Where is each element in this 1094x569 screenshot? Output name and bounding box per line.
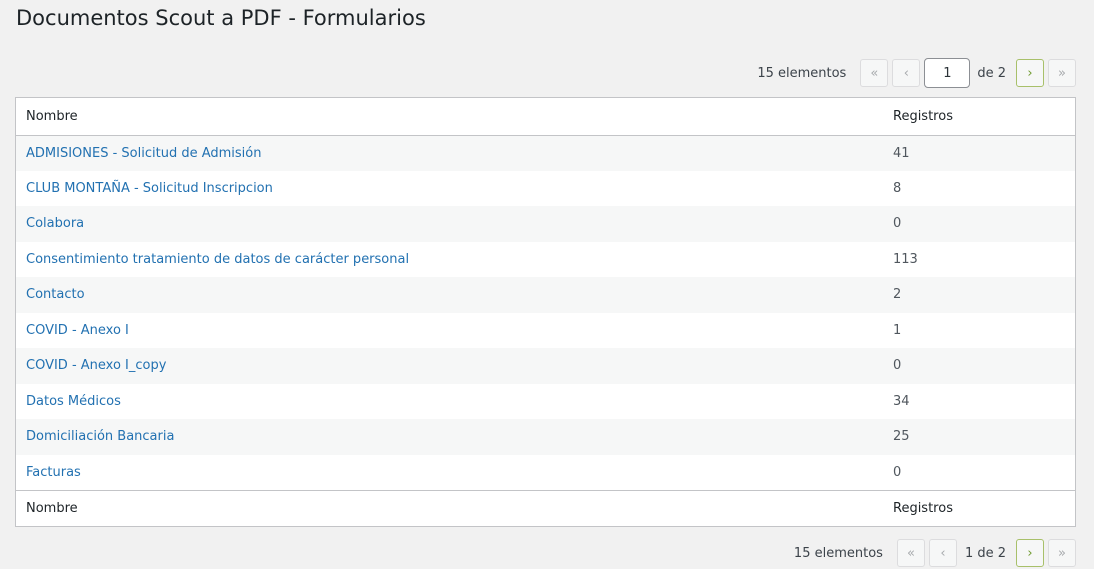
registros-count: 2	[883, 277, 1075, 313]
table-row: COVID - Anexo I_copy 0	[16, 348, 1075, 384]
form-link[interactable]: COVID - Anexo I_copy	[26, 358, 166, 373]
page-title: Documentos Scout a PDF - Formularios	[16, 6, 426, 30]
column-footer-registros: Registros	[883, 489, 1075, 526]
registros-count: 8	[883, 170, 1075, 206]
registros-count: 0	[883, 206, 1075, 242]
table-row: Colabora 0	[16, 206, 1075, 242]
table-row: Datos Médicos 34	[16, 383, 1075, 419]
form-link[interactable]: Colabora	[26, 216, 84, 231]
registros-count: 0	[883, 454, 1075, 490]
form-link[interactable]: Datos Médicos	[26, 394, 121, 409]
table-row: Contacto 2	[16, 277, 1075, 313]
form-link[interactable]: Consentimiento tratamiento de datos de c…	[26, 252, 409, 267]
column-header-nombre: Nombre	[16, 98, 883, 136]
first-page-button: «	[860, 59, 889, 87]
items-count: 15 elementos	[793, 545, 883, 561]
registros-count: 1	[883, 312, 1075, 348]
current-page-label: 1 de 2	[964, 545, 1006, 561]
form-link[interactable]: COVID - Anexo I	[26, 323, 129, 338]
table-row: CLUB MONTAÑA - Solicitud Inscripcion 8	[16, 170, 1075, 206]
last-page-button[interactable]: »	[1048, 59, 1076, 87]
items-count: 15 elementos	[757, 65, 847, 81]
registros-count: 25	[883, 419, 1075, 455]
pagination-top: 15 elementos « ‹ de 2 › »	[757, 58, 1076, 88]
first-page-button: «	[896, 539, 925, 567]
table-row: Domiciliación Bancaria 25	[16, 419, 1075, 455]
form-link[interactable]: ADMISIONES - Solicitud de Admisión	[26, 146, 261, 161]
current-page-input[interactable]	[924, 58, 971, 88]
column-header-registros: Registros	[883, 98, 1075, 136]
form-link[interactable]: CLUB MONTAÑA - Solicitud Inscripcion	[26, 181, 273, 196]
forms-table: Nombre Registros ADMISIONES - Solicitud …	[15, 97, 1076, 527]
form-link[interactable]: Facturas	[26, 465, 81, 480]
next-page-button[interactable]: ›	[1016, 59, 1044, 87]
form-link[interactable]: Domiciliación Bancaria	[26, 429, 174, 444]
next-page-button[interactable]: ›	[1016, 539, 1044, 567]
registros-count: 41	[883, 135, 1075, 171]
table-row: ADMISIONES - Solicitud de Admisión 41	[16, 135, 1075, 171]
table-header-row: Nombre Registros	[16, 98, 1075, 136]
pagination-bottom: 15 elementos « ‹ 1 de 2 › »	[794, 538, 1076, 568]
prev-page-button: ‹	[928, 539, 957, 567]
table-row: Consentimiento tratamiento de datos de c…	[16, 241, 1075, 277]
registros-count: 0	[883, 348, 1075, 384]
prev-page-button: ‹	[892, 59, 921, 87]
table-row: Facturas 0	[16, 454, 1075, 490]
table-footer-row: Nombre Registros	[16, 489, 1075, 526]
table-row: COVID - Anexo I 1	[16, 312, 1075, 348]
registros-count: 113	[883, 241, 1075, 277]
registros-count: 34	[883, 383, 1075, 419]
form-link[interactable]: Contacto	[26, 287, 85, 302]
column-footer-nombre: Nombre	[16, 489, 883, 526]
total-pages-label: de 2	[977, 65, 1006, 81]
last-page-button[interactable]: »	[1048, 539, 1076, 567]
